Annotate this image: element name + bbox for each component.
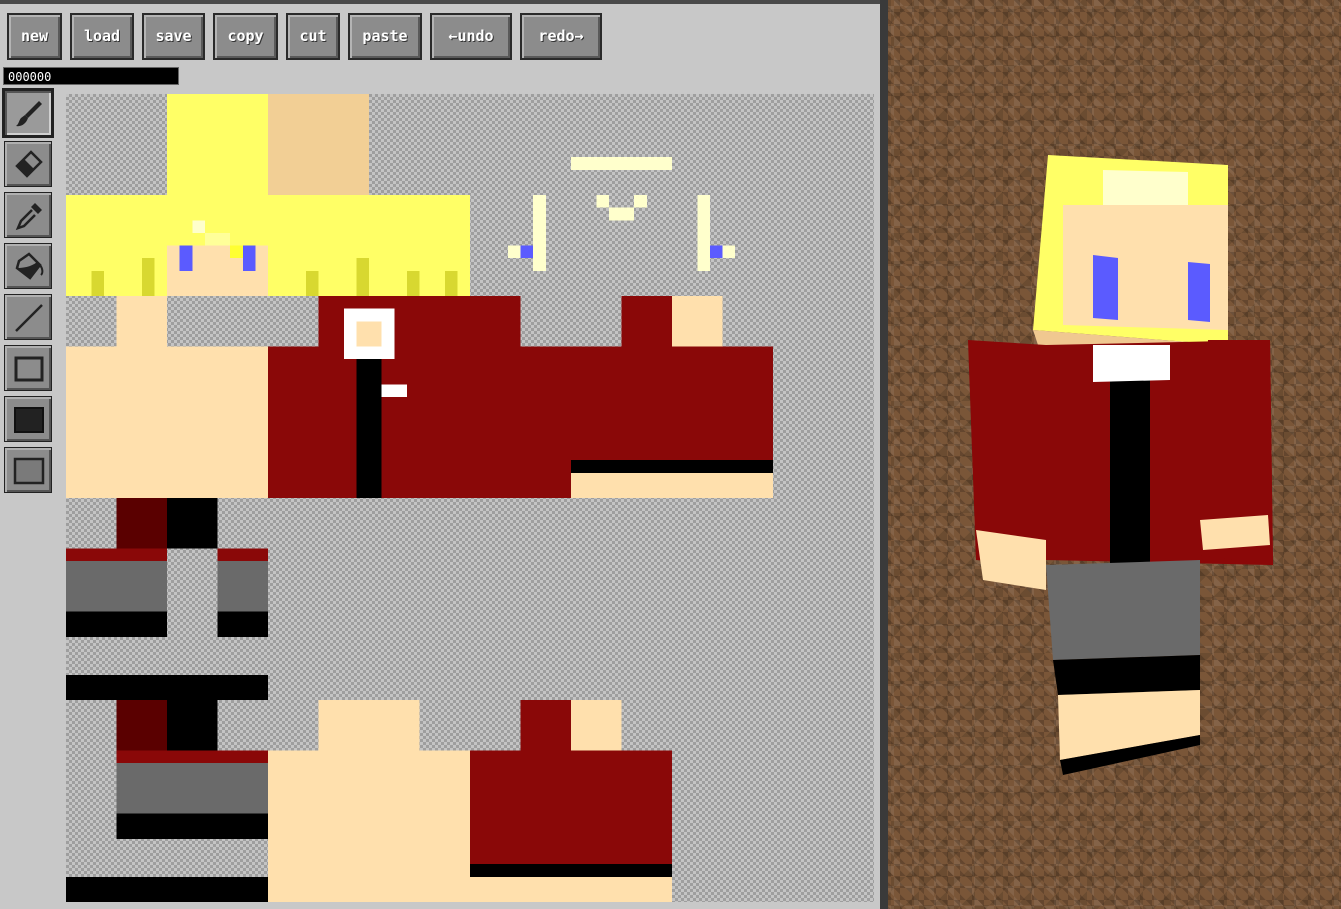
skin-editor-panel: new load save copy cut paste ←undo redo→…: [0, 0, 881, 909]
paste-button[interactable]: paste: [348, 13, 422, 60]
brush-tool[interactable]: [4, 90, 52, 136]
line-icon: [15, 304, 43, 332]
eyedropper-icon: [15, 203, 42, 231]
color-hex-field[interactable]: 000000: [3, 67, 179, 85]
line-tool[interactable]: [4, 294, 52, 340]
fill-bucket-icon: [15, 252, 44, 280]
redo-button[interactable]: redo→: [520, 13, 602, 60]
brush-icon: [16, 101, 42, 127]
rectangle-gray-icon: [13, 457, 45, 485]
rectangle-filled-icon: [14, 407, 44, 433]
copy-button[interactable]: copy: [213, 13, 278, 60]
undo-button[interactable]: ←undo: [430, 13, 512, 60]
character-model-preview[interactable]: [888, 0, 1341, 909]
panel-divider[interactable]: [880, 0, 888, 909]
3d-preview-panel[interactable]: [888, 0, 1341, 909]
filled-rectangle-tool[interactable]: [4, 396, 52, 442]
load-button[interactable]: load: [70, 13, 134, 60]
eyedropper-tool[interactable]: [4, 192, 52, 238]
cut-button[interactable]: cut: [286, 13, 340, 60]
rectangle-outline-icon: [14, 356, 44, 382]
gray-rectangle-tool[interactable]: [4, 447, 52, 493]
eraser-icon: [15, 150, 43, 178]
eraser-tool[interactable]: [4, 141, 52, 187]
rectangle-tool[interactable]: [4, 345, 52, 391]
skin-texture-canvas[interactable]: [66, 94, 874, 902]
new-button[interactable]: new: [7, 13, 62, 60]
fill-tool[interactable]: [4, 243, 52, 289]
save-button[interactable]: save: [142, 13, 205, 60]
skin-texture-layout[interactable]: [66, 94, 874, 902]
